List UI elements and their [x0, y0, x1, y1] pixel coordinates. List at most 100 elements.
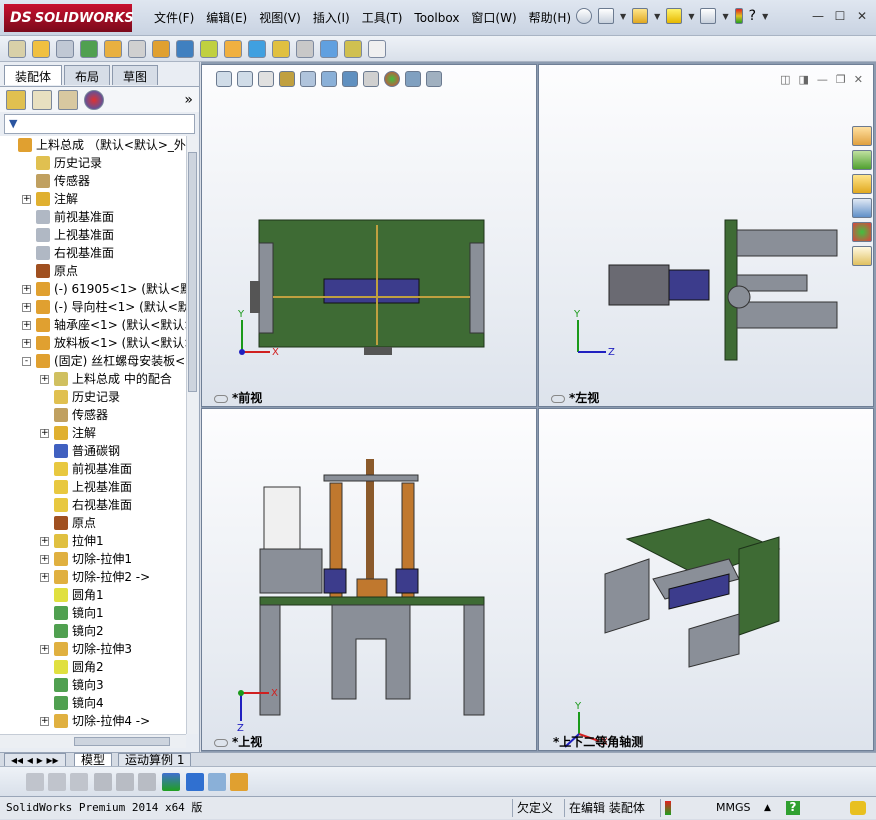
expand-panel-icon[interactable]: »: [184, 92, 193, 108]
menu-file[interactable]: 文件(F): [148, 10, 200, 26]
hide-icon[interactable]: [70, 773, 88, 791]
traffic-light-icon[interactable]: [734, 8, 743, 24]
expand-icon[interactable]: +: [40, 555, 49, 564]
tree-item[interactable]: 镜向4: [0, 694, 186, 712]
tree-item[interactable]: + (-) 61905<1> (默认<默认: [0, 280, 186, 298]
iso-icon[interactable]: [48, 773, 66, 791]
new-motion-study-icon[interactable]: [224, 39, 242, 58]
mate-icon[interactable]: [56, 39, 74, 58]
viewport-left[interactable]: ◫ ◨ — ❐ ✕ Y Z *左视: [538, 64, 874, 407]
relations-icon[interactable]: [138, 773, 156, 791]
unit-dropdown-icon[interactable]: ▲: [764, 799, 771, 817]
tree-item[interactable]: 上视基准面: [0, 478, 186, 496]
linear-pattern-icon[interactable]: [80, 39, 98, 58]
expand-icon[interactable]: +: [22, 285, 31, 294]
expand-icon[interactable]: +: [40, 375, 49, 384]
table-view-icon[interactable]: [208, 773, 226, 791]
solidworks-logo[interactable]: DS SOLIDWORKS: [4, 4, 134, 32]
lines-icon[interactable]: [94, 773, 112, 791]
tree-item[interactable]: 原点: [0, 262, 186, 280]
tree-item[interactable]: 前视基准面: [0, 460, 186, 478]
menu-edit[interactable]: 编辑(E): [200, 10, 253, 26]
tree-item[interactable]: 右视基准面: [0, 496, 186, 514]
print-icon[interactable]: [700, 8, 717, 24]
tree-horizontal-scrollbar[interactable]: [0, 734, 186, 748]
tree-item[interactable]: + 注解: [0, 424, 186, 442]
menu-toolbox[interactable]: Toolbox: [408, 10, 465, 26]
tree-item[interactable]: 传感器: [0, 172, 186, 190]
warning-icon[interactable]: [666, 8, 683, 24]
tree-item[interactable]: 上料总成 （默认<默认>_外观: [0, 136, 186, 154]
grid-icon[interactable]: [116, 773, 134, 791]
tree-item[interactable]: 历史记录: [0, 388, 186, 406]
tree-item[interactable]: + 切除-拉伸1: [0, 550, 186, 568]
instant3d-icon[interactable]: [320, 39, 338, 58]
tab-layout[interactable]: 布局: [64, 65, 111, 85]
chevron-down-icon[interactable]: ▼: [722, 12, 728, 21]
tree-item[interactable]: - (固定) 丝杠螺母安装板<1: [0, 352, 186, 370]
tag-icon[interactable]: [850, 801, 866, 815]
snapshot-icon[interactable]: [368, 39, 386, 58]
minimize-icon[interactable]: —: [810, 10, 826, 24]
tree-item[interactable]: 传感器: [0, 406, 186, 424]
appearances-icon[interactable]: [852, 222, 872, 242]
pin-icon[interactable]: [576, 8, 592, 24]
tree-item[interactable]: + 切除-拉伸4 ->: [0, 712, 186, 730]
expand-icon[interactable]: +: [40, 429, 49, 438]
tree-vertical-scrollbar[interactable]: [186, 136, 198, 734]
tree-item[interactable]: + 注解: [0, 190, 186, 208]
tree-item[interactable]: 前视基准面: [0, 208, 186, 226]
tree-item[interactable]: 上视基准面: [0, 226, 186, 244]
expand-icon[interactable]: +: [40, 537, 49, 546]
unit-system[interactable]: MMGS: [716, 799, 751, 817]
expand-icon[interactable]: +: [22, 321, 31, 330]
expand-icon[interactable]: +: [40, 645, 49, 654]
chevron-down-icon[interactable]: ▼: [762, 12, 768, 21]
tree-item[interactable]: + 上料总成 中的配合: [0, 370, 186, 388]
file-explorer-icon[interactable]: [852, 174, 872, 194]
show-hidden-icon[interactable]: [152, 39, 170, 58]
viewport-front[interactable]: Y X *前视: [201, 64, 537, 407]
tree-item[interactable]: + 切除-拉伸2 ->: [0, 568, 186, 586]
tab-sketch[interactable]: 草图: [112, 65, 159, 85]
open-folder-icon[interactable]: [632, 8, 649, 24]
tree-item[interactable]: + 轴承座<1> (默认<默认>_: [0, 316, 186, 334]
maximize-icon[interactable]: ☐: [832, 10, 848, 24]
exploded-view-icon[interactable]: [272, 39, 290, 58]
expand-icon[interactable]: +: [22, 303, 31, 312]
expand-icon[interactable]: +: [22, 195, 31, 204]
rebuild-status-icon[interactable]: [660, 799, 680, 817]
bill-of-materials-icon[interactable]: [248, 39, 266, 58]
link-icon[interactable]: [214, 738, 228, 747]
tree-item[interactable]: 镜向1: [0, 604, 186, 622]
insert-component-icon[interactable]: [32, 39, 50, 58]
collapse-icon[interactable]: -: [22, 357, 31, 366]
view-palette-icon[interactable]: [852, 198, 872, 218]
nav-arrows[interactable]: ◂◂ ◂ ▸ ▸▸: [4, 753, 66, 767]
tree-item[interactable]: 原点: [0, 514, 186, 532]
configuration-manager-icon[interactable]: [58, 89, 78, 110]
scroll-thumb[interactable]: [188, 152, 197, 392]
chevron-down-icon[interactable]: ▼: [688, 12, 694, 21]
display-manager-icon[interactable]: [84, 89, 104, 110]
help-icon[interactable]: ?: [786, 801, 800, 815]
smart-fastener-icon[interactable]: [104, 39, 122, 58]
assembly-features-icon[interactable]: [176, 39, 194, 58]
move-component-icon[interactable]: [128, 39, 146, 58]
rebuild-icon[interactable]: [26, 773, 44, 791]
home-icon[interactable]: [852, 126, 872, 146]
menu-window[interactable]: 窗口(W): [465, 10, 522, 26]
chart-view-icon[interactable]: [230, 773, 248, 791]
tree-item[interactable]: + 拉伸1: [0, 532, 186, 550]
explode-line-icon[interactable]: [296, 39, 314, 58]
scroll-thumb[interactable]: [74, 737, 170, 746]
chevron-down-icon[interactable]: ▼: [620, 12, 626, 21]
property-manager-icon[interactable]: [32, 89, 52, 110]
expand-icon[interactable]: +: [40, 717, 49, 726]
feature-manager-icon[interactable]: [6, 89, 26, 110]
menu-insert[interactable]: 插入(I): [307, 10, 356, 26]
tree-item[interactable]: 圆角2: [0, 658, 186, 676]
viewport-top[interactable]: Z X *上视: [201, 408, 537, 751]
design-library-icon[interactable]: [852, 150, 872, 170]
tree-filter[interactable]: ▼: [4, 114, 195, 134]
